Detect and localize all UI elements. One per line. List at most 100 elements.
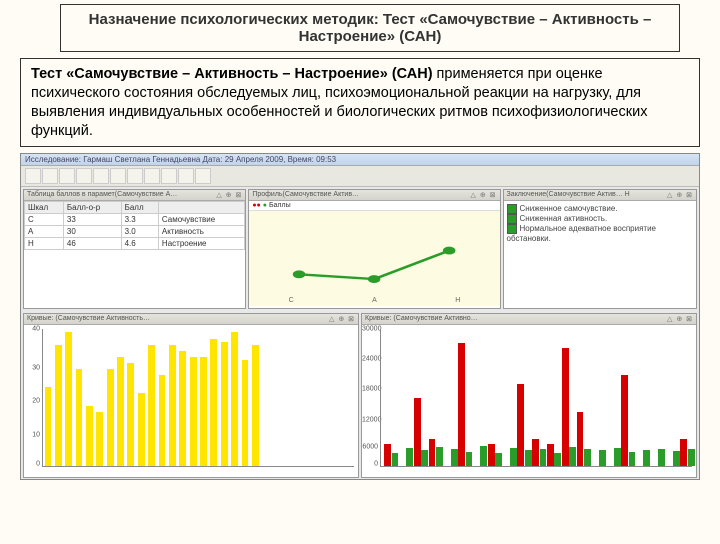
bar-green bbox=[584, 449, 591, 466]
panel-controls-icon[interactable]: △ ⊕ ⊠ bbox=[667, 191, 693, 199]
bar-green bbox=[466, 452, 473, 467]
bar-red bbox=[458, 343, 465, 466]
bar bbox=[76, 369, 83, 466]
bar-red bbox=[414, 398, 421, 467]
bar bbox=[127, 363, 134, 467]
bar bbox=[159, 375, 166, 466]
panel-controls-icon[interactable]: △ ⊕ ⊠ bbox=[667, 315, 693, 323]
toolbar-button[interactable] bbox=[110, 168, 126, 184]
bar-red bbox=[562, 348, 569, 467]
application-screenshot: Исследование: Гармаш Светлана Геннадьевн… bbox=[20, 153, 700, 480]
conclusion-text: Сниженное самочувствие. Сниженная активн… bbox=[504, 201, 696, 308]
description-prefix: Тест «Самочувствие – Активность – Настро… bbox=[31, 66, 433, 82]
bar bbox=[190, 357, 197, 467]
bar-green bbox=[643, 450, 650, 466]
bar-green bbox=[599, 450, 606, 466]
toolbar-button[interactable] bbox=[161, 168, 177, 184]
conclusion-panel: Заключение(Самочувствие Актив… Н △ ⊕ ⊠ С… bbox=[503, 189, 697, 309]
bar bbox=[169, 345, 176, 467]
panel-title: Профиль(Самочувствие Актив… bbox=[252, 191, 359, 199]
table-row: С 33 3.3 Самочувствие bbox=[25, 214, 245, 226]
slide-title: Назначение психологических методик: Тест… bbox=[60, 4, 680, 52]
bar bbox=[65, 332, 72, 466]
toolbar-button[interactable] bbox=[42, 168, 58, 184]
bar-green bbox=[658, 449, 665, 467]
bar-green bbox=[629, 452, 636, 467]
panel-controls-icon[interactable]: △ ⊕ ⊠ bbox=[329, 315, 355, 323]
bar-red bbox=[429, 439, 436, 466]
profile-chart-panel: Профиль(Самочувствие Актив… △ ⊕ ⊠ ●● ● Б… bbox=[248, 189, 500, 309]
bar-green bbox=[480, 446, 487, 467]
panel-header: Профиль(Самочувствие Актив… △ ⊕ ⊠ bbox=[249, 190, 499, 201]
bar-green bbox=[495, 453, 502, 467]
toolbar-button[interactable] bbox=[59, 168, 75, 184]
bullet-icon bbox=[507, 204, 517, 214]
th: Шкал bbox=[25, 202, 64, 214]
bar-red bbox=[621, 375, 628, 466]
bar bbox=[55, 345, 62, 467]
table-row: Н 46 4.6 Настроение bbox=[25, 238, 245, 250]
table-panel: Таблица баллов в парамет(Самочувствие A…… bbox=[23, 189, 246, 309]
bar bbox=[200, 357, 207, 467]
bar bbox=[138, 393, 145, 466]
barchart-a-panel: Кривые: (Самочувствие Активность… △ ⊕ ⊠ … bbox=[23, 313, 359, 478]
bar bbox=[179, 351, 186, 467]
bar bbox=[96, 412, 103, 467]
bar-red bbox=[577, 412, 584, 467]
barchart-b-panel: Кривые: (Самочувствие Активно… △ ⊕ ⊠ 300… bbox=[361, 313, 697, 478]
panel-controls-icon[interactable]: △ ⊕ ⊠ bbox=[216, 191, 242, 199]
bar-red bbox=[384, 444, 391, 467]
toolbar bbox=[21, 166, 699, 187]
bar-red bbox=[547, 444, 554, 467]
bar-chart-b: 30000 24000 18000 12000 6000 0 bbox=[362, 325, 696, 477]
th: Балл bbox=[121, 202, 158, 214]
bullet-icon bbox=[507, 214, 517, 224]
bar-green bbox=[569, 447, 576, 467]
panel-header: Таблица баллов в парамет(Самочувствие A…… bbox=[24, 190, 245, 201]
table-row: А 30 3.0 Активность bbox=[25, 226, 245, 238]
bar-green bbox=[406, 448, 413, 466]
bar bbox=[45, 387, 52, 466]
toolbar-button[interactable] bbox=[144, 168, 160, 184]
bar bbox=[107, 369, 114, 466]
bar-green bbox=[554, 453, 561, 467]
toolbar-button[interactable] bbox=[93, 168, 109, 184]
bar-green bbox=[510, 448, 517, 467]
toolbar-button[interactable] bbox=[178, 168, 194, 184]
bullet-icon bbox=[507, 224, 517, 234]
app-titlebar: Исследование: Гармаш Светлана Геннадьевн… bbox=[21, 154, 699, 166]
bar bbox=[210, 339, 217, 467]
panel-title: Заключение(Самочувствие Актив… Н bbox=[507, 191, 630, 199]
panel-header: Кривые: (Самочувствие Активно… △ ⊕ ⊠ bbox=[362, 314, 696, 325]
panel-controls-icon[interactable]: △ ⊕ ⊠ bbox=[471, 191, 497, 199]
bar-red bbox=[680, 439, 687, 466]
score-table: Шкал Балл-о-р Балл С 33 3.3 Самочувствие… bbox=[24, 201, 245, 250]
bar-green bbox=[673, 451, 680, 467]
bar bbox=[221, 342, 228, 467]
bar-red bbox=[532, 439, 539, 466]
toolbar-button[interactable] bbox=[76, 168, 92, 184]
bar bbox=[117, 357, 124, 467]
bar bbox=[148, 345, 155, 467]
bar bbox=[242, 360, 249, 467]
bar bbox=[231, 332, 238, 466]
panel-title: Таблица баллов в парамет(Самочувствие A… bbox=[27, 191, 177, 199]
bar-green bbox=[421, 450, 428, 466]
bar-red bbox=[488, 444, 495, 467]
toolbar-button[interactable] bbox=[127, 168, 143, 184]
bar-green bbox=[540, 449, 547, 467]
panel-header: Заключение(Самочувствие Актив… Н △ ⊕ ⊠ bbox=[504, 190, 696, 201]
toolbar-button[interactable] bbox=[25, 168, 41, 184]
legend: ●● ● Баллы bbox=[249, 201, 499, 211]
panel-title: Кривые: (Самочувствие Активность… bbox=[27, 315, 150, 323]
panel-title: Кривые: (Самочувствие Активно… bbox=[365, 315, 478, 323]
legend-mark-icon: ●● bbox=[252, 202, 260, 209]
panel-header: Кривые: (Самочувствие Активность… △ ⊕ ⊠ bbox=[24, 314, 358, 325]
bar-red bbox=[517, 384, 524, 466]
bar-green bbox=[614, 448, 621, 466]
toolbar-button[interactable] bbox=[195, 168, 211, 184]
bar-chart-a: 40 30 20 10 0 bbox=[24, 325, 358, 477]
description-block: Тест «Самочувствие – Активность – Настро… bbox=[20, 58, 700, 147]
bar-green bbox=[525, 450, 532, 466]
th bbox=[158, 202, 244, 214]
